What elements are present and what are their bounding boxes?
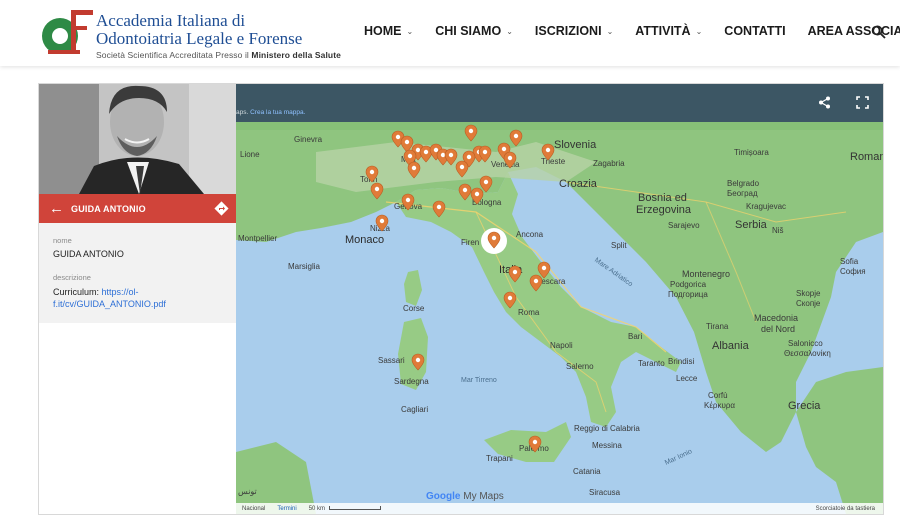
map-pin[interactable]	[503, 291, 517, 309]
chevron-down-icon: ⌄	[406, 26, 414, 36]
search-icon[interactable]	[872, 25, 886, 39]
map-pin[interactable]	[407, 161, 421, 179]
map-scale: 50 km	[309, 505, 382, 512]
map-pin[interactable]	[370, 182, 384, 200]
directions-icon[interactable]	[214, 201, 229, 216]
description-label: descrizione	[53, 273, 91, 282]
map-pin[interactable]	[464, 124, 478, 142]
brand-text[interactable]: Accademia Italiana di Odontoiatria Legal…	[96, 11, 341, 61]
map-pins-layer	[365, 124, 555, 453]
map-pin[interactable]	[365, 165, 379, 183]
map-pin[interactable]	[444, 148, 458, 166]
map-pin[interactable]	[470, 187, 484, 205]
my-maps-embed: ← GUIDA ANTONIO nome GUIDA ANTONIO descr…	[38, 83, 884, 515]
cv-description: Curriculum: https://ol-f.it/cv/GUIDA_ANT…	[53, 287, 166, 309]
google-logo: Google My Maps	[426, 491, 504, 502]
nav-home[interactable]: HOME ⌄	[364, 24, 413, 38]
map-pin[interactable]	[375, 214, 389, 232]
map-canvas[interactable]: aps. Crea la tua mappa. Slovenia Croazia…	[236, 84, 883, 514]
main-nav: HOME ⌄ CHI SIAMO ⌄ ISCRIZIONI ⌄ ATTIVITÀ ⌄ C…	[364, 24, 900, 38]
panel-title: GUIDA ANTONIO	[71, 203, 146, 214]
map-pin[interactable]	[503, 151, 517, 169]
nav-attivita[interactable]: ATTIVITÀ ⌄	[635, 24, 702, 38]
panel-title-bar: ← GUIDA ANTONIO	[39, 194, 236, 223]
map-pin[interactable]	[401, 193, 415, 211]
map-pin[interactable]	[509, 129, 523, 147]
site-header: Accademia Italiana di Odontoiatria Legal…	[0, 0, 900, 66]
person-photo	[39, 84, 236, 194]
map-pin[interactable]	[400, 135, 414, 153]
map-pin[interactable]	[432, 200, 446, 218]
name-label: nome	[53, 236, 72, 245]
chevron-down-icon: ⌄	[606, 26, 614, 36]
map-pin[interactable]	[528, 435, 542, 453]
nav-chi-siamo[interactable]: CHI SIAMO ⌄	[435, 24, 513, 38]
place-info-panel: ← GUIDA ANTONIO nome GUIDA ANTONIO descr…	[39, 84, 236, 514]
olf-logo[interactable]	[38, 6, 98, 58]
chevron-down-icon: ⌄	[695, 26, 703, 36]
map-pin[interactable]	[541, 143, 555, 161]
map-pin[interactable]	[529, 274, 543, 292]
map-pin[interactable]	[458, 183, 472, 201]
map-pin[interactable]	[479, 175, 493, 193]
map-pin[interactable]	[537, 261, 551, 279]
nav-iscrizioni[interactable]: ISCRIZIONI ⌄	[535, 24, 613, 38]
chevron-down-icon: ⌄	[506, 26, 513, 36]
brand-tagline: Società Scientifica Accreditata Presso i…	[96, 50, 341, 60]
name-value: GUIDA ANTONIO	[53, 249, 124, 259]
arrow-left-icon[interactable]: ←	[49, 200, 65, 217]
terms-link[interactable]: Termini	[277, 506, 296, 512]
nav-area-associati[interactable]: AREA ASSOCIATI⌄	[808, 24, 900, 38]
brand-line-1: Accademia Italiana di	[96, 11, 246, 30]
brand-line-2: Odontoiatria Legale e Forense	[96, 29, 303, 48]
keyboard-shortcuts-link[interactable]: Scorciatoie da tastiera	[816, 506, 875, 512]
nav-contatti[interactable]: CONTATTI	[724, 24, 785, 38]
place-details: nome GUIDA ANTONIO descrizione Curriculu…	[39, 223, 236, 323]
map-pin[interactable]	[411, 353, 425, 371]
map-pin[interactable]	[508, 265, 522, 283]
map-pin[interactable]	[455, 160, 469, 178]
map-attribution: Nacional Termini 50 km Scorciatoie da ta…	[236, 503, 883, 514]
